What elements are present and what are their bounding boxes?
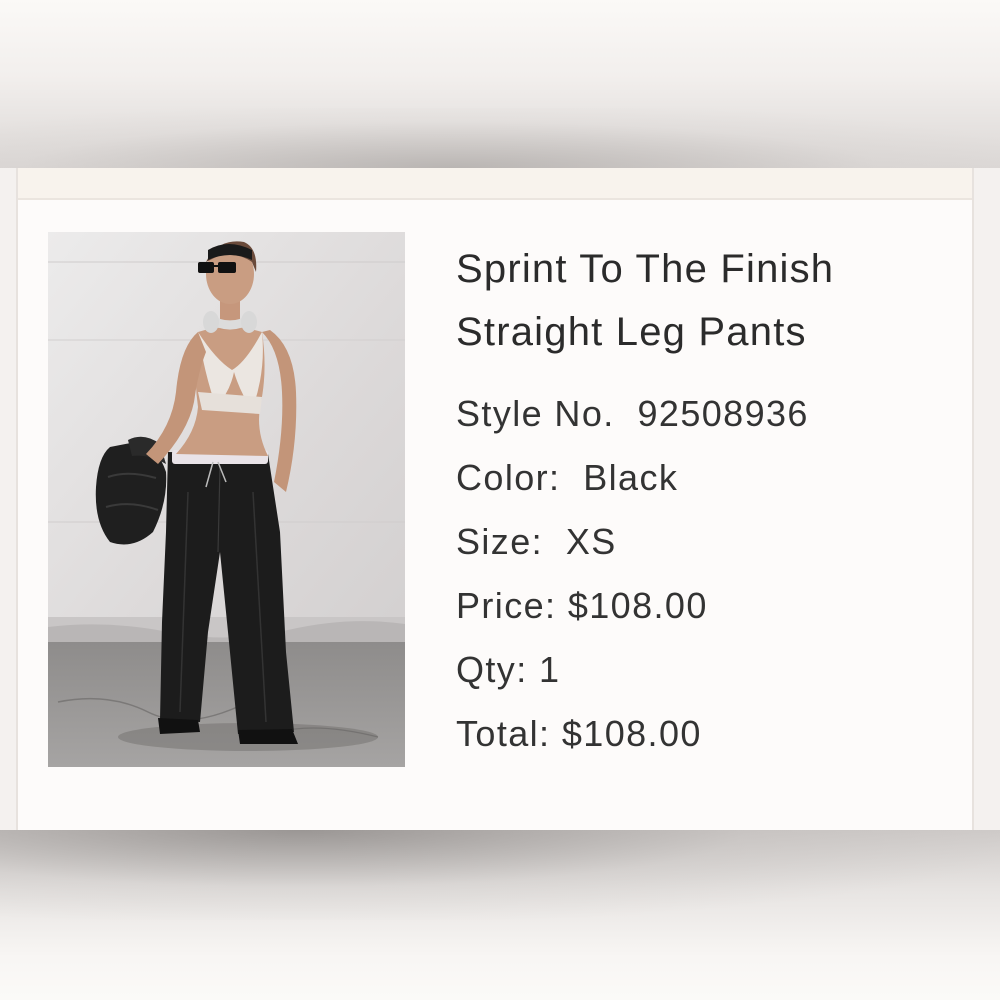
color-value: Black <box>583 457 679 498</box>
separator <box>528 649 539 690</box>
backdrop-left <box>0 168 16 830</box>
separator <box>560 457 583 498</box>
blurred-backdrop-bottom <box>0 830 1000 1000</box>
style-number-value: 92508936 <box>637 393 809 434</box>
size-label: Size: <box>456 521 544 562</box>
product-details: Sprint To The Finish Straight Leg Pants … <box>456 238 956 766</box>
detail-list: Style No. 92508936 Color: Black Size: XS… <box>456 382 956 766</box>
separator <box>543 521 566 562</box>
blurred-backdrop-top <box>0 0 1000 168</box>
color-label: Color: <box>456 457 561 498</box>
backdrop-right <box>974 168 1000 830</box>
color-row: Color: Black <box>456 446 956 510</box>
quantity-value: 1 <box>539 649 561 690</box>
separator <box>556 585 567 626</box>
style-number-row: Style No. 92508936 <box>456 382 956 446</box>
separator <box>615 393 638 434</box>
price-value: $108.00 <box>567 585 708 626</box>
product-title[interactable]: Sprint To The Finish Straight Leg Pants <box>456 238 956 364</box>
price-row: Price: $108.00 <box>456 574 956 638</box>
order-item-card: Sprint To The Finish Straight Leg Pants … <box>16 168 974 830</box>
price-label: Price: <box>456 585 557 626</box>
style-number-label: Style No. <box>456 393 615 434</box>
quantity-row: Qty: 1 <box>456 638 956 702</box>
total-row: Total: $108.00 <box>456 702 956 766</box>
product-image[interactable] <box>48 232 405 767</box>
total-value: $108.00 <box>561 713 702 754</box>
quantity-label: Qty: <box>456 649 528 690</box>
size-value: XS <box>565 521 617 562</box>
total-label: Total: <box>456 713 551 754</box>
size-row: Size: XS <box>456 510 956 574</box>
card-header-strip <box>18 168 972 200</box>
separator <box>550 713 561 754</box>
